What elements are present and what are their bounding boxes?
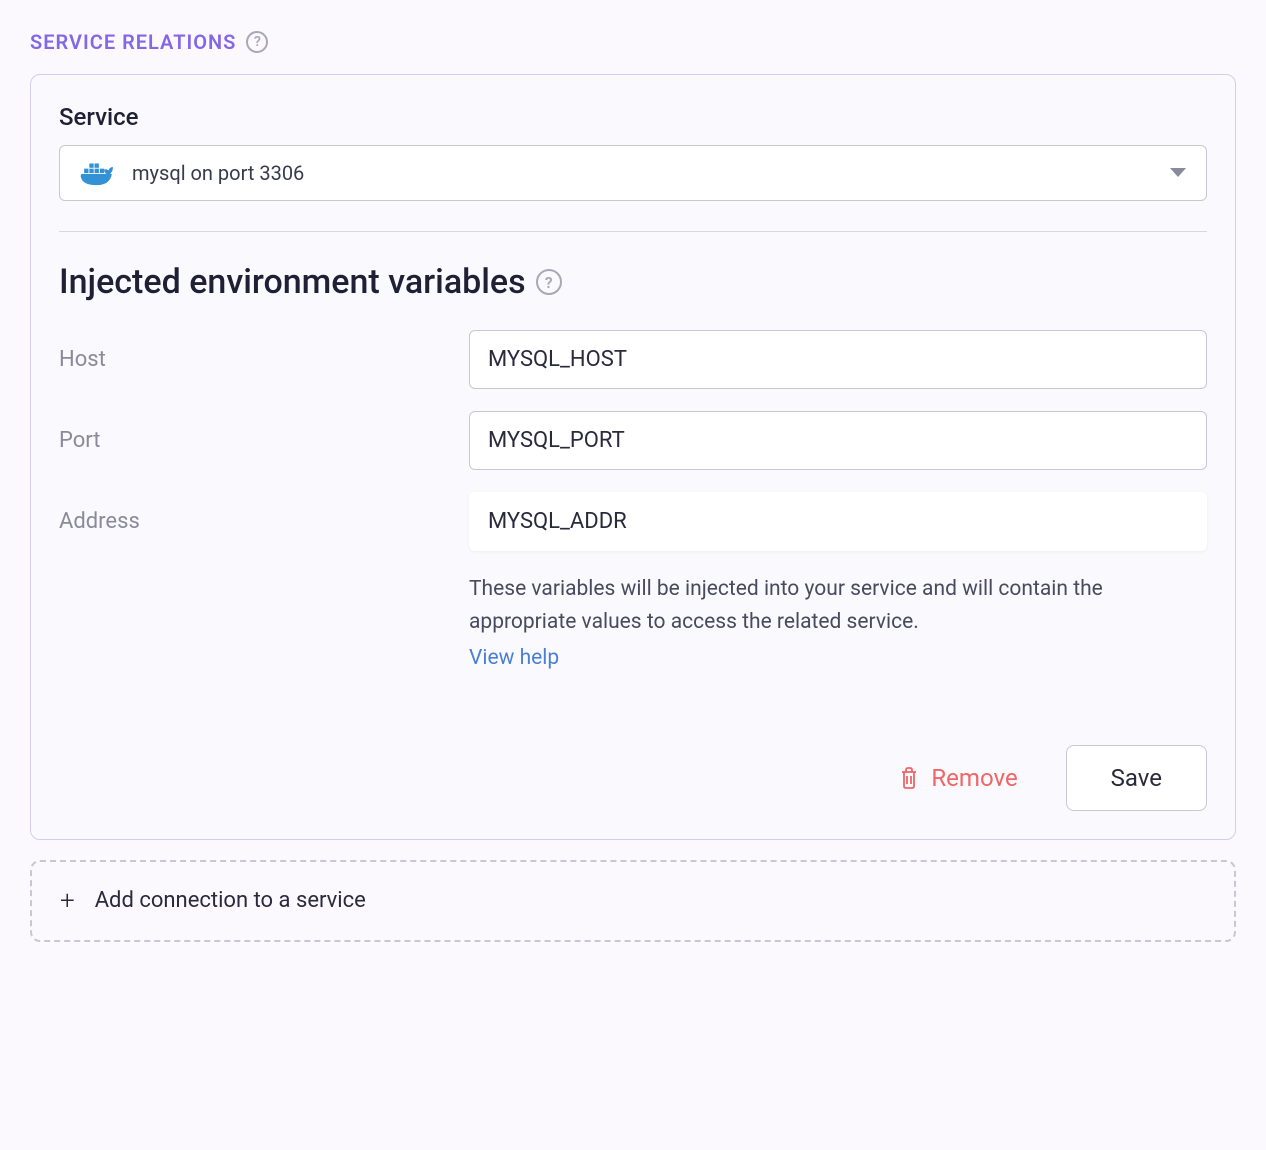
address-row: Address — [59, 492, 1207, 551]
section-title: SERVICE RELATIONS — [30, 30, 236, 54]
envvars-title-text: Injected environment variables — [59, 262, 526, 302]
service-select-value: mysql on port 3306 — [132, 161, 1154, 185]
address-label: Address — [59, 509, 469, 534]
remove-button[interactable]: Remove — [879, 754, 1037, 802]
help-text-row: These variables will be injected into yo… — [59, 573, 1207, 675]
docker-icon — [80, 160, 116, 186]
help-text: These variables will be injected into yo… — [469, 573, 1207, 675]
service-select[interactable]: mysql on port 3306 — [59, 145, 1207, 201]
port-label: Port — [59, 428, 469, 453]
host-label: Host — [59, 347, 469, 372]
trash-icon — [899, 767, 919, 789]
add-connection-label: Add connection to a service — [95, 888, 366, 913]
host-input[interactable] — [469, 330, 1207, 389]
divider — [59, 231, 1207, 232]
chevron-down-icon — [1170, 168, 1186, 178]
service-select-wrapper: mysql on port 3306 — [59, 145, 1207, 201]
service-label: Service — [59, 103, 1207, 131]
button-row: Remove Save — [59, 745, 1207, 811]
help-text-spacer — [59, 573, 469, 675]
remove-button-label: Remove — [931, 764, 1017, 792]
service-relation-card: Service mysql on port 3306 Injected envi… — [30, 74, 1236, 840]
help-icon[interactable]: ? — [536, 269, 562, 295]
plus-icon: + — [60, 886, 75, 916]
host-row: Host — [59, 330, 1207, 389]
address-input[interactable] — [469, 492, 1207, 551]
add-connection-button[interactable]: + Add connection to a service — [30, 860, 1236, 942]
section-header: SERVICE RELATIONS ? — [30, 30, 1236, 54]
port-row: Port — [59, 411, 1207, 470]
port-input[interactable] — [469, 411, 1207, 470]
envvars-title: Injected environment variables ? — [59, 262, 1207, 302]
help-icon[interactable]: ? — [246, 31, 268, 53]
view-help-link[interactable]: View help — [469, 642, 1207, 675]
save-button[interactable]: Save — [1066, 745, 1207, 811]
help-text-content: These variables will be injected into yo… — [469, 577, 1103, 634]
